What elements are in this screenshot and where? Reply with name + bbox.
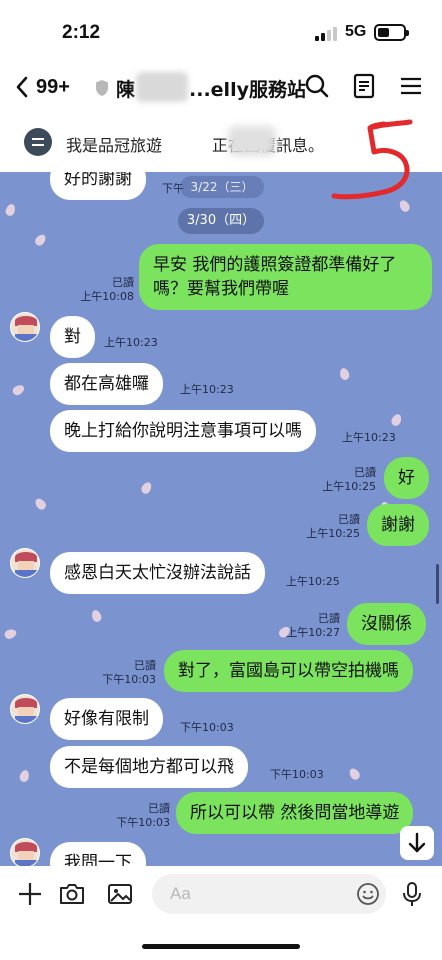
message-input[interactable] (152, 874, 386, 914)
notice-text-start: 我是品冠旅遊 (66, 136, 163, 155)
petal-decoration (33, 496, 48, 512)
unread-count: 99+ (36, 75, 70, 98)
read-receipt: 已讀 (318, 612, 340, 625)
chat-title-end: ...elly服務站 (189, 79, 306, 101)
notes-icon (353, 73, 375, 99)
status-bar: 2:12 5G (0, 0, 442, 62)
message-time: 上午10:25 (322, 480, 376, 493)
plus-icon[interactable] (16, 880, 44, 908)
message-bubble-outgoing[interactable]: 早安 我們的護照簽證都準備好了嗎？要幫我們帶喔 (139, 244, 432, 310)
message-bubble-outgoing[interactable]: 沒關係 (347, 603, 426, 645)
message-time: 下午10:03 (102, 673, 156, 686)
message-time: 上午10:23 (104, 336, 158, 349)
message-time: 上午10:23 (342, 431, 396, 444)
message-time: 上午10:25 (306, 527, 360, 540)
scroll-to-bottom-button[interactable] (400, 826, 434, 860)
network-label: 5G (345, 23, 367, 40)
message-meta: 已讀 上午10:08 (70, 276, 134, 304)
message-time: 上午10:23 (180, 383, 234, 396)
contact-avatar[interactable] (10, 694, 40, 724)
shield-icon (96, 80, 108, 96)
battery-icon (374, 24, 409, 41)
message-meta: 已讀 上午10:25 (298, 513, 360, 541)
message-bubble-incoming[interactable]: 感恩白天太忙沒辦法說話 (50, 552, 265, 594)
date-separator-previous: 3/22（三） (180, 176, 264, 198)
chat-area[interactable]: 好的謝謝 下午 3/22（三） 3/30（四） 早安 我們的護照簽證都準備好了嗎… (0, 172, 442, 866)
emoji-icon[interactable] (356, 882, 380, 906)
petal-decoration (3, 627, 18, 641)
search-button[interactable] (303, 72, 331, 100)
petal-decoration (11, 383, 26, 397)
chat-bubble-icon (24, 128, 52, 156)
contact-avatar[interactable] (10, 312, 40, 342)
contact-avatar[interactable] (10, 548, 40, 578)
annotation-mark (331, 119, 413, 200)
petal-decoration (90, 608, 103, 624)
petal-decoration (347, 766, 362, 782)
message-time: 下午10:03 (116, 816, 170, 829)
menu-button[interactable] (397, 72, 425, 100)
image-icon[interactable] (106, 880, 134, 908)
message-bubble-incoming[interactable]: 不是每個地方都可以飛 (50, 746, 248, 788)
chat-title-start: 陳 (116, 79, 136, 101)
contact-avatar[interactable] (10, 838, 40, 866)
read-receipt: 已讀 (338, 513, 360, 526)
message-time: 上午10:25 (286, 575, 340, 588)
microphone-icon[interactable] (398, 880, 426, 908)
battery-level (378, 28, 389, 37)
notice-text: 我是品冠旅遊正在回覆訊息。 (66, 132, 324, 156)
signal-icon (315, 27, 339, 41)
message-time: 下午10:03 (180, 721, 234, 734)
chat-header: 99+ 陳 ...elly服務站 (0, 62, 442, 112)
menu-icon (401, 77, 421, 95)
message-time: 上午10:27 (286, 626, 340, 639)
read-receipt: 已讀 (134, 659, 156, 672)
read-receipt: 已讀 (148, 802, 170, 815)
message-meta: 已讀 下午10:03 (94, 659, 156, 687)
petal-decoration (389, 412, 404, 428)
notes-button[interactable] (350, 72, 378, 100)
message-bubble-incoming[interactable]: 對 (50, 316, 95, 358)
message-bubble-incoming[interactable]: 我問一下 (50, 842, 146, 866)
notice-redaction-blur (228, 126, 276, 156)
petal-decoration (338, 367, 351, 381)
message-meta: 已讀 上午10:27 (276, 612, 340, 640)
read-receipt: 已讀 (354, 466, 376, 479)
message-bubble-outgoing[interactable]: 所以可以帶 然後問當地導遊 (176, 792, 414, 834)
message-bubble-incoming[interactable]: 晚上打給你說明注意事項可以嗎 (50, 410, 316, 452)
message-time: 下午10:03 (270, 768, 324, 781)
arrow-down-icon (408, 832, 426, 853)
home-indicator (142, 944, 300, 949)
status-time: 2:12 (62, 22, 101, 43)
message-meta: 已讀 上午10:25 (316, 466, 376, 494)
date-separator: 3/30（四） (178, 208, 264, 234)
message-bubble-outgoing[interactable]: 對了，富國島可以帶空拍機嗎 (164, 650, 413, 692)
chevron-left-icon (16, 76, 28, 98)
camera-icon[interactable] (58, 880, 86, 908)
petal-decoration (4, 202, 17, 218)
petal-decoration (139, 480, 154, 496)
message-bubble-outgoing[interactable]: 好 (384, 457, 429, 499)
message-bubble-incoming[interactable]: 都在高雄囉 (50, 363, 163, 405)
scrollbar-thumb[interactable] (436, 564, 439, 604)
title-redaction-blur (136, 72, 188, 102)
petal-decoration (18, 769, 31, 783)
petal-decoration (33, 232, 48, 248)
message-bubble-outgoing[interactable]: 謝謝 (367, 504, 429, 546)
back-button[interactable]: 99+ (14, 70, 70, 104)
message-meta: 已讀 下午10:03 (106, 802, 170, 830)
search-icon (305, 74, 329, 98)
message-time: 上午10:08 (80, 290, 134, 303)
message-bubble-incoming[interactable]: 好像有限制 (50, 698, 163, 740)
input-bar (0, 866, 442, 926)
read-receipt: 已讀 (112, 276, 134, 289)
message-bubble-partial[interactable]: 好的謝謝 (50, 172, 146, 200)
